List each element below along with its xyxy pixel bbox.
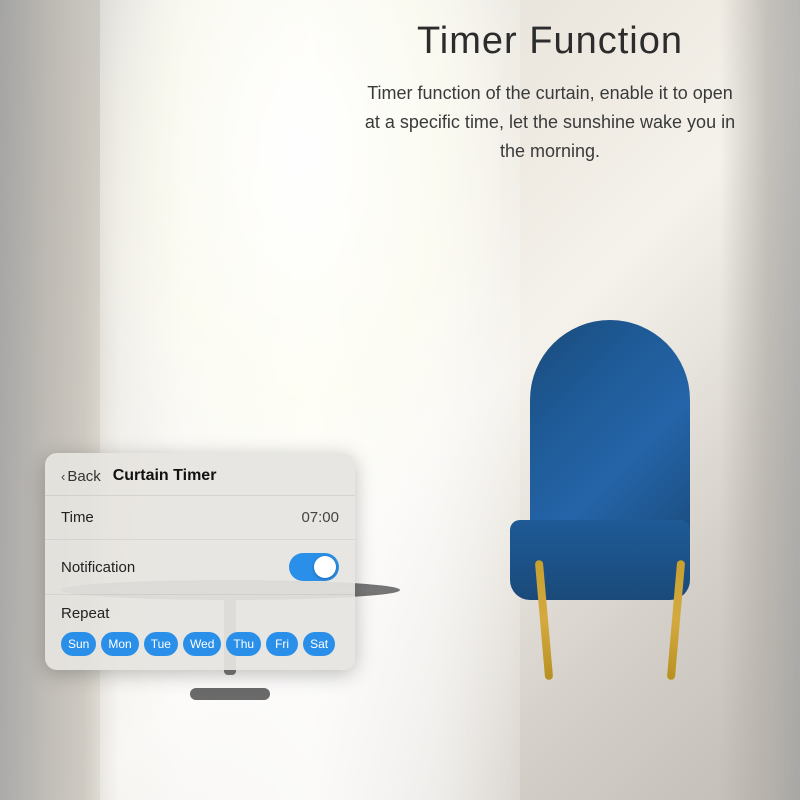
day-pill-mon[interactable]: Mon (101, 632, 138, 656)
toggle-knob (314, 556, 336, 578)
table-base (190, 688, 270, 700)
repeat-label: Repeat (61, 605, 339, 622)
day-pill-thu[interactable]: Thu (226, 632, 261, 656)
day-pill-tue[interactable]: Tue (144, 632, 178, 656)
phone-panel: ‹ Back Curtain Timer Time 07:00 Notifica… (45, 453, 355, 670)
day-pill-wed[interactable]: Wed (183, 632, 221, 656)
day-pill-sat[interactable]: Sat (303, 632, 335, 656)
back-chevron-icon: ‹ (61, 469, 65, 484)
notification-label: Notification (61, 559, 135, 576)
back-label: Back (67, 468, 100, 485)
chair (500, 320, 720, 680)
time-label: Time (61, 509, 94, 526)
panel-header: ‹ Back Curtain Timer (45, 453, 355, 496)
day-pill-fri[interactable]: Fri (266, 632, 298, 656)
panel-title: Curtain Timer (113, 467, 217, 485)
time-value[interactable]: 07:00 (301, 509, 339, 526)
back-button[interactable]: ‹ Back (61, 468, 101, 485)
page-title: Timer Function (360, 20, 740, 63)
notification-row: Notification (45, 540, 355, 595)
repeat-section: Repeat SunMonTueWedThuFriSat (45, 595, 355, 670)
day-pill-sun[interactable]: Sun (61, 632, 96, 656)
time-row: Time 07:00 (45, 496, 355, 540)
days-row: SunMonTueWedThuFriSat (61, 632, 339, 656)
title-section: Timer Function Timer function of the cur… (360, 20, 740, 165)
notification-toggle[interactable] (289, 553, 339, 581)
page-subtitle: Timer function of the curtain, enable it… (360, 79, 740, 165)
